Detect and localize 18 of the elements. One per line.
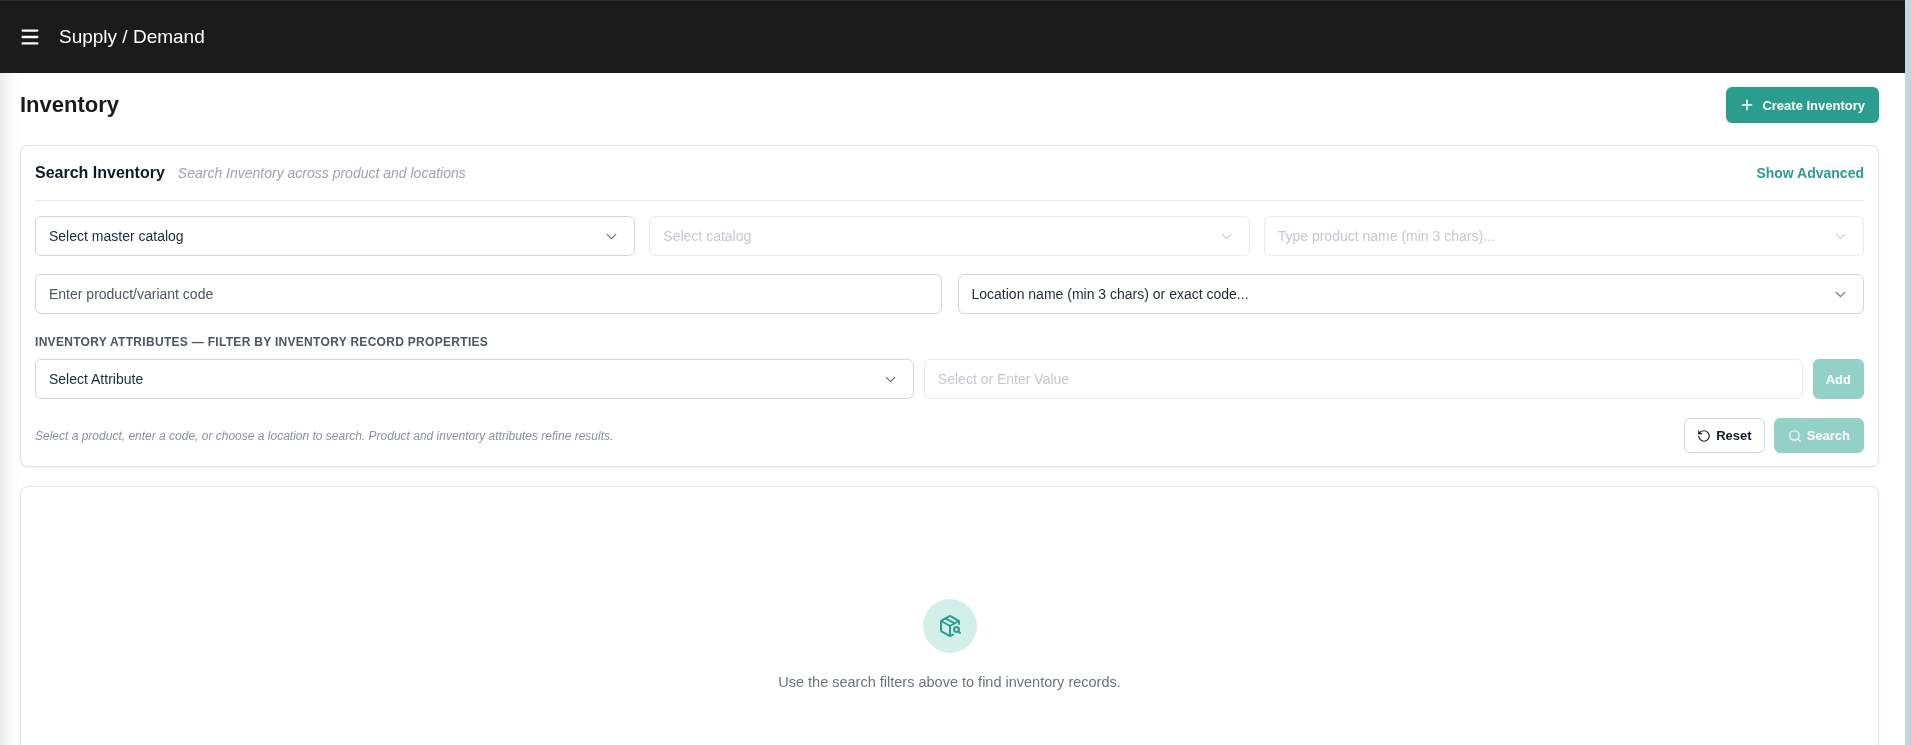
circular-arrow-icon xyxy=(1697,428,1712,443)
hint-text: Select a product, enter a code, or choose a location to search. Product and inventory attributes refine results. xyxy=(35,428,614,443)
dropdown-field[interactable]: Select Attribute xyxy=(35,359,914,399)
panel-title: Search Inventory xyxy=(35,164,165,182)
panel-subtitle: Search Inventory across product and locations xyxy=(177,165,466,181)
menu-icon[interactable] xyxy=(19,26,41,48)
app-title: Supply / Demand xyxy=(59,26,205,48)
input-field[interactable]: Enter product/variant code xyxy=(35,274,942,314)
create-inventory-button[interactable]: Create Inventory xyxy=(1726,87,1879,123)
package-search-icon xyxy=(922,599,977,653)
dropdown-field[interactable]: Location name (min 3 chars) or exact code... xyxy=(957,274,1864,314)
dropdown-field[interactable]: Select master catalog xyxy=(35,216,636,256)
search-icon xyxy=(1787,428,1802,443)
page-title: Inventory xyxy=(20,92,120,118)
reset-button[interactable]: Reset xyxy=(1684,418,1765,453)
show-advanced-link[interactable]: Show Advanced xyxy=(1756,165,1864,181)
section-heading: INVENTORY ATTRIBUTES — FILTER BY INVENTORY RECORD PROPERTIES xyxy=(35,334,490,350)
empty-message: Use the search filters above to find inventory records. xyxy=(778,674,1121,690)
